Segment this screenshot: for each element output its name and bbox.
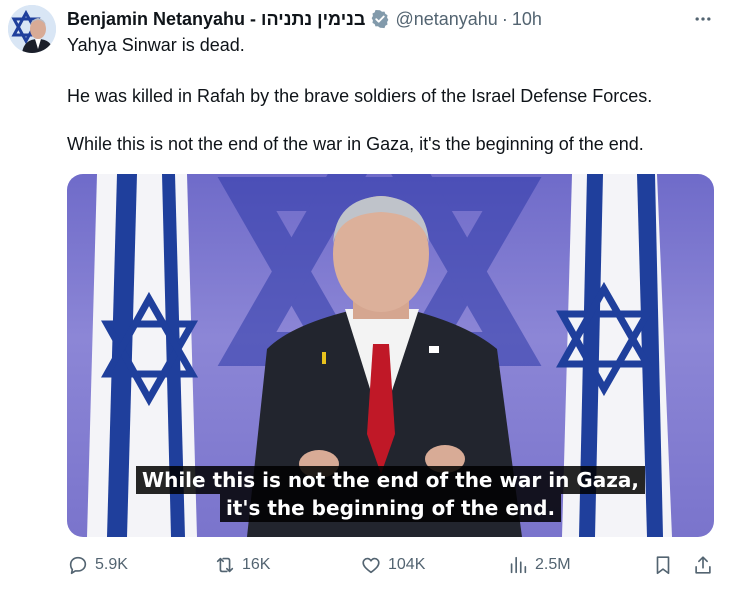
avatar[interactable] <box>8 5 56 53</box>
repost-icon <box>216 557 234 573</box>
more-icon[interactable] <box>690 7 716 31</box>
views-icon <box>510 556 527 574</box>
share-icon <box>695 556 711 574</box>
separator-dot: · <box>501 8 508 29</box>
action-bar: 5.9K 16K 104K 2.5M <box>0 552 746 578</box>
tweet-header: Benjamin Netanyahu - בנימין נתניהו @neta… <box>67 7 542 31</box>
video-player[interactable]: While this is not the end of the war in … <box>67 174 714 537</box>
like-count: 104K <box>388 556 426 573</box>
bookmark-button[interactable] <box>652 552 680 578</box>
repost-button[interactable]: 16K <box>214 552 270 578</box>
tweet-text-line-3: While this is not the end of the war in … <box>67 134 644 154</box>
video-subtitle-line-1: While this is not the end of the war in … <box>67 466 714 494</box>
tweet[interactable]: Benjamin Netanyahu - בנימין נתניהו @neta… <box>0 0 746 598</box>
timestamp[interactable]: 10h <box>512 9 542 30</box>
bookmark-icon <box>656 556 670 575</box>
author-name[interactable]: Benjamin Netanyahu - בנימין נתניהו <box>67 9 365 30</box>
video-subtitle-line-2: it's the beginning of the end. <box>67 494 714 522</box>
author-handle[interactable]: @netanyahu <box>395 9 497 30</box>
verified-badge-icon <box>370 9 390 29</box>
tweet-text-line-2: He was killed in Rafah by the brave sold… <box>67 86 653 106</box>
repost-count: 16K <box>242 556 271 573</box>
share-button[interactable] <box>692 552 720 578</box>
reply-icon <box>69 556 87 575</box>
view-count: 2.5M <box>535 556 571 573</box>
heart-icon <box>362 557 380 574</box>
tweet-text-line-1: Yahya Sinwar is dead. <box>67 35 245 55</box>
views-button[interactable]: 2.5M <box>507 552 571 578</box>
reply-count: 5.9K <box>95 556 128 573</box>
reply-button[interactable]: 5.9K <box>67 552 128 578</box>
like-button[interactable]: 104K <box>360 552 425 578</box>
